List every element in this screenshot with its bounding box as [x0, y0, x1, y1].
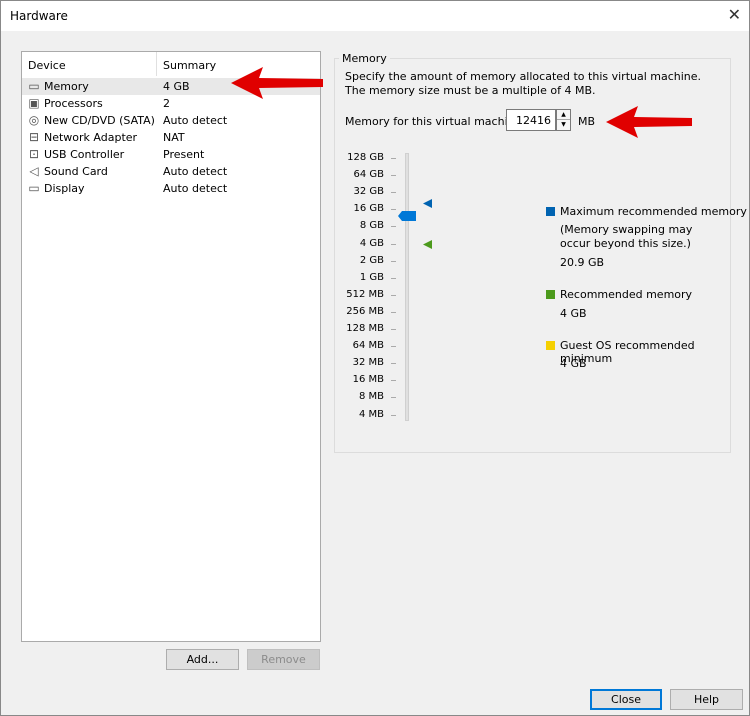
device-name: Processors: [44, 97, 103, 110]
memory-description: Specify the amount of memory allocated t…: [345, 70, 702, 97]
add-button[interactable]: Add...: [166, 649, 239, 670]
device-summary: NAT: [163, 131, 185, 144]
device-row[interactable]: ⊟ Network Adapter NAT: [22, 129, 320, 146]
scale-label: 64 GB: [353, 169, 384, 181]
processor-icon: ▣: [28, 96, 40, 110]
column-header-device[interactable]: Device: [28, 59, 66, 72]
scale-label: 512 MB: [346, 288, 384, 300]
scale-label: 2 GB: [359, 254, 384, 266]
red-arrow-annotation-icon: [231, 67, 323, 99]
help-button[interactable]: Help: [670, 689, 743, 710]
column-divider[interactable]: [156, 52, 157, 76]
close-window-icon[interactable]: ✕: [728, 5, 741, 24]
device-summary: Auto detect: [163, 114, 228, 127]
scale-label: 128 MB: [346, 323, 384, 334]
scale-tick: [391, 329, 396, 330]
recommended-value: 4 GB: [560, 307, 587, 320]
recommended-color-icon: [546, 290, 555, 299]
scale-tick: [391, 226, 396, 228]
device-name: New CD/DVD (SATA): [44, 114, 155, 127]
scale-tick: [391, 397, 396, 399]
scale-tick: [391, 243, 396, 245]
device-row[interactable]: ◎ New CD/DVD (SATA) Auto detect: [22, 112, 320, 129]
monitor-icon: ▭: [28, 181, 40, 195]
device-name: Network Adapter: [44, 131, 138, 144]
device-name: Display: [44, 182, 85, 195]
memory-group-label: Memory: [339, 52, 390, 65]
device-summary: Auto detect: [163, 182, 228, 195]
device-summary: 4 GB: [163, 80, 190, 93]
memory-field-label: Memory for this virtual machine:: [345, 115, 526, 128]
scale-tick: [391, 158, 396, 159]
scale-tick: [391, 311, 396, 313]
scale-tick: [391, 277, 396, 279]
device-name: Sound Card: [44, 165, 108, 178]
scale-label: 16 MB: [352, 374, 384, 386]
scale-label: 256 MB: [346, 305, 384, 317]
scale-label: 4 MB: [358, 408, 384, 420]
hardware-dialog: Hardware ✕ Device Summary ▭ Memory 4 GB ▣ Pr…: [0, 0, 750, 716]
max-recommended-value: 20.9 GB: [560, 256, 605, 269]
scale-label: 64 MB: [352, 340, 384, 352]
scale-tick: [391, 414, 396, 416]
close-button[interactable]: Close: [590, 689, 662, 710]
scale-tick: [391, 346, 396, 348]
cd-dvd-icon: ◎: [28, 113, 40, 127]
column-header-summary[interactable]: Summary: [163, 59, 216, 72]
memory-unit: MB: [578, 115, 596, 128]
memory-slider-thumb[interactable]: [398, 211, 416, 222]
guest-minimum-value: 4 GB: [560, 357, 587, 370]
memory-input[interactable]: [506, 109, 556, 131]
scale-tick: [391, 175, 396, 177]
max-recommended-marker-icon: [423, 198, 432, 211]
scale-tick: [391, 260, 396, 262]
max-recommended-label: Maximum recommended memory: [560, 205, 747, 218]
scale-label: 8 GB: [359, 220, 384, 232]
title-bar: Hardware ✕: [1, 1, 749, 31]
device-summary: 2: [163, 97, 170, 110]
scale-tick: [391, 380, 396, 382]
scale-label: 32 MB: [352, 357, 384, 369]
network-adapter-icon: ⊟: [28, 130, 40, 144]
memory-slider-track[interactable]: [405, 153, 409, 421]
window-title: Hardware: [10, 9, 68, 23]
device-list: Device Summary ▭ Memory 4 GB ▣ Processors 2 ◎ N…: [21, 51, 321, 642]
scale-tick: [391, 192, 396, 194]
device-name: Memory: [44, 80, 89, 93]
device-row[interactable]: ◁ Sound Card Auto detect: [22, 163, 320, 180]
memory-icon: ▭: [28, 79, 40, 93]
device-row[interactable]: ▭ Display Auto detect: [22, 180, 320, 197]
device-name: USB Controller: [44, 148, 125, 161]
guest-minimum-color-icon: [546, 341, 555, 350]
max-recommended-note: (Memory swapping may occur beyond this s…: [560, 223, 693, 250]
recommended-label: Recommended memory: [560, 288, 693, 301]
scale-label: 8 MB: [358, 391, 384, 403]
scale-label: 1 GB: [359, 271, 384, 283]
usb-icon: ⊡: [28, 147, 40, 161]
scale-label: 128 GB: [347, 152, 384, 163]
speaker-icon: ◁: [29, 164, 39, 178]
scale-tick: [391, 294, 396, 296]
recommended-marker-icon: [423, 239, 432, 252]
device-row[interactable]: ⊡ USB Controller Present: [22, 146, 320, 163]
device-summary: Present: [163, 148, 205, 161]
scale-tick: [391, 363, 396, 365]
scale-label: 4 GB: [359, 237, 384, 249]
guest-minimum-label: Guest OS recommended minimum: [560, 339, 695, 365]
remove-button[interactable]: Remove: [247, 649, 320, 670]
red-arrow-annotation-icon: [606, 106, 692, 138]
scale-label: 16 GB: [353, 203, 384, 215]
spin-down-icon[interactable]: ▼: [557, 120, 570, 130]
scale-tick: [391, 209, 396, 211]
memory-spinner: ▲ ▼: [556, 109, 571, 131]
spin-up-icon[interactable]: ▲: [557, 110, 570, 120]
device-summary: Auto detect: [163, 165, 228, 178]
scale-label: 32 GB: [353, 186, 384, 198]
max-recommended-color-icon: [546, 207, 555, 216]
